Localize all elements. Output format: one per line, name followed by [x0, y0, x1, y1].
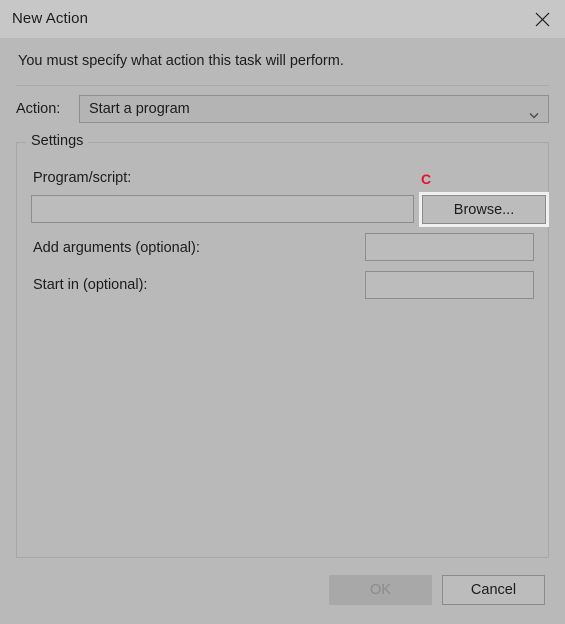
cancel-button[interactable]: Cancel [442, 575, 545, 605]
header-separator [16, 85, 549, 86]
action-combobox[interactable]: Start a program [79, 95, 549, 123]
instruction-text: You must specify what action this task w… [18, 53, 344, 69]
browse-button[interactable]: Browse... [419, 192, 549, 227]
browse-button-label: Browse... [422, 195, 546, 224]
program-script-input[interactable] [31, 195, 414, 223]
close-button[interactable] [519, 0, 565, 38]
start-in-label: Start in (optional): [33, 277, 148, 293]
annotation-marker-c: C [421, 171, 432, 187]
add-arguments-input[interactable] [365, 233, 534, 261]
new-action-dialog: New Action You must specify what action … [0, 0, 565, 624]
action-label: Action: [16, 101, 61, 117]
title-bar: New Action [0, 0, 565, 38]
close-icon [535, 12, 550, 27]
add-arguments-label: Add arguments (optional): [33, 240, 200, 256]
action-combobox-value: Start a program [89, 101, 190, 117]
chevron-down-icon [529, 106, 539, 119]
program-script-label: Program/script: [33, 170, 132, 186]
ok-button[interactable]: OK [329, 575, 432, 605]
start-in-input[interactable] [365, 271, 534, 299]
window-title: New Action [12, 10, 89, 27]
settings-group-label: Settings [26, 133, 89, 149]
